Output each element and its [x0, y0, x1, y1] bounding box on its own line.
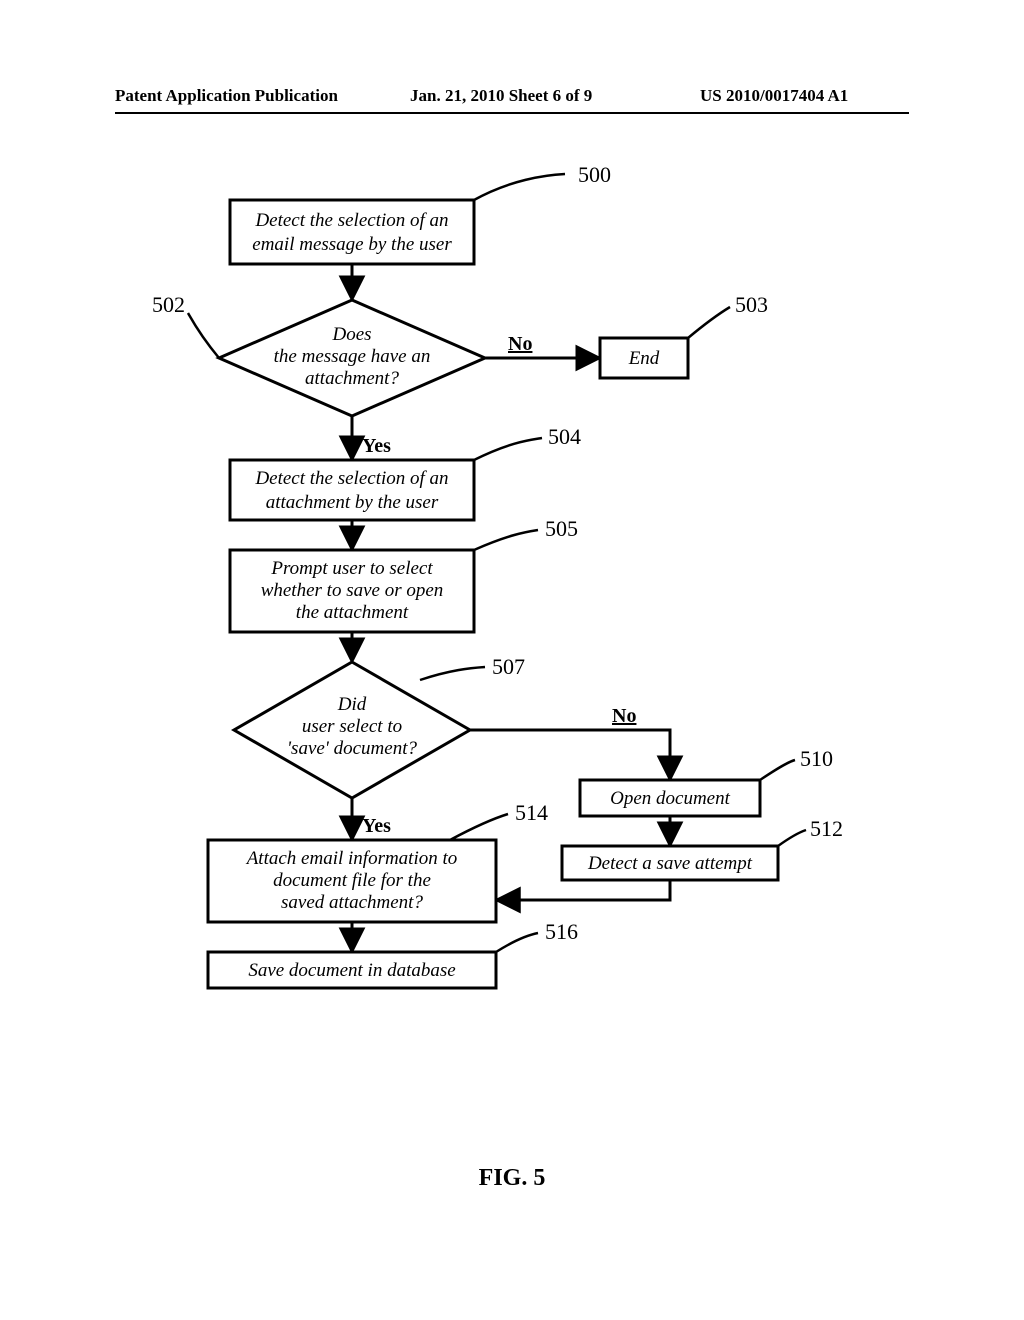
branch-502-yes: Yes: [362, 435, 391, 457]
node-500-text-l1: Detect the selection of an: [254, 210, 448, 231]
header-right: US 2010/0017404 A1: [700, 86, 848, 106]
header-left: Patent Application Publication: [115, 86, 338, 106]
figure-label: FIG. 5: [0, 1165, 1024, 1192]
ref-516: 516: [545, 919, 578, 944]
leader-507: [420, 667, 485, 680]
node-500-text-l2: email message by the user: [252, 234, 452, 255]
ref-500: 500: [578, 162, 611, 187]
node-507-text-l1: Did: [337, 694, 367, 715]
ref-505: 505: [545, 516, 578, 541]
node-512-text: Detect a save attempt: [587, 853, 753, 874]
node-502-text-l1: Does: [331, 324, 371, 345]
leader-514: [450, 814, 508, 840]
leader-516: [496, 933, 538, 952]
node-507-text-l3: 'save' document?: [287, 738, 418, 759]
node-502-text-l3: attachment?: [305, 368, 399, 389]
ref-502: 502: [152, 292, 185, 317]
node-514-text-l3: saved attachment?: [281, 892, 423, 913]
arrow-512-514: [496, 880, 670, 900]
node-504-text-l1: Detect the selection of an: [254, 468, 448, 489]
leader-505: [474, 530, 538, 550]
ref-510: 510: [800, 746, 833, 771]
leader-503: [688, 307, 730, 338]
ref-503: 503: [735, 292, 768, 317]
node-514-text-l1: Attach email information to: [245, 848, 458, 869]
leader-512: [778, 830, 806, 846]
node-507-text-l2: user select to: [302, 716, 402, 737]
node-514-text-l2: document file for the: [273, 870, 431, 891]
ref-512: 512: [810, 816, 843, 841]
header-center: Jan. 21, 2010 Sheet 6 of 9: [410, 86, 592, 106]
node-516-text: Save document in database: [248, 960, 455, 981]
node-505-text-l2: whether to save or open: [261, 580, 444, 601]
leader-502: [188, 313, 219, 358]
ref-504: 504: [548, 424, 581, 449]
flowchart: Detect the selection of an email message…: [0, 140, 1024, 1240]
leader-504: [474, 438, 542, 460]
page-header: Patent Application Publication Jan. 21, …: [0, 86, 1024, 112]
branch-502-no: No: [508, 333, 532, 355]
branch-507-yes: Yes: [362, 815, 391, 837]
branch-507-no: No: [612, 705, 636, 727]
node-504-text-l2: attachment by the user: [266, 492, 439, 513]
leader-510: [760, 760, 795, 780]
node-503-text: End: [628, 348, 660, 369]
ref-507: 507: [492, 654, 525, 679]
header-rule: [115, 112, 909, 114]
arrow-507-510: [470, 730, 670, 780]
node-510-text: Open document: [610, 788, 730, 809]
ref-514: 514: [515, 800, 548, 825]
page: Patent Application Publication Jan. 21, …: [0, 0, 1024, 1320]
node-505-text-l3: the attachment: [296, 602, 409, 623]
node-505-text-l1: Prompt user to select: [270, 558, 433, 579]
node-502-text-l2: the message have an: [274, 346, 431, 367]
leader-500: [474, 174, 565, 200]
